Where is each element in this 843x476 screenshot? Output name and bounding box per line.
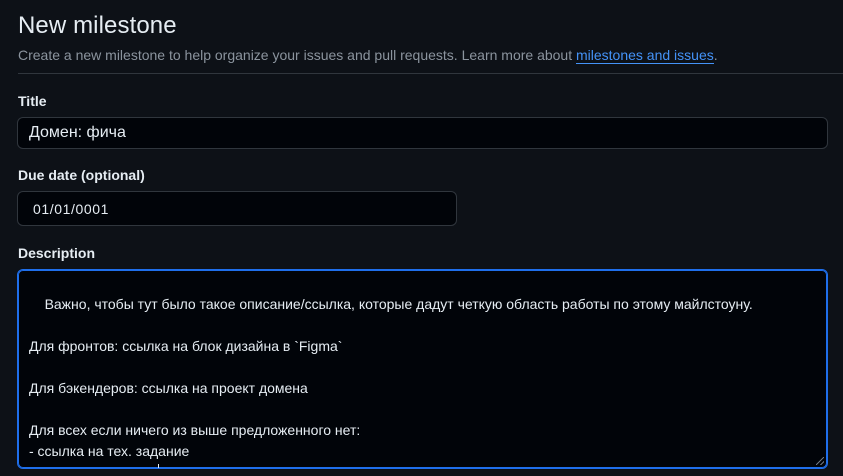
page-title: New milestone xyxy=(18,12,177,39)
text-caret xyxy=(158,464,160,468)
description-textarea[interactable]: Важно, чтобы тут было такое описание/ссы… xyxy=(17,269,828,469)
due-date-input[interactable] xyxy=(17,191,457,226)
subtitle-suffix: . xyxy=(713,47,718,63)
description-text: Важно, чтобы тут было такое описание/ссы… xyxy=(29,296,753,468)
title-input[interactable] xyxy=(17,117,828,149)
milestones-and-issues-link[interactable]: milestones and issues xyxy=(576,47,714,64)
subtitle-text: Create a new milestone to help organize … xyxy=(18,47,576,63)
new-milestone-page: New milestone Create a new milestone to … xyxy=(0,0,843,476)
header-divider xyxy=(18,73,843,74)
title-label: Title xyxy=(18,93,47,109)
due-date-label: Due date (optional) xyxy=(18,167,145,183)
page-subtitle: Create a new milestone to help organize … xyxy=(18,47,718,64)
description-label: Description xyxy=(18,245,96,261)
resize-handle-icon[interactable] xyxy=(816,457,824,465)
